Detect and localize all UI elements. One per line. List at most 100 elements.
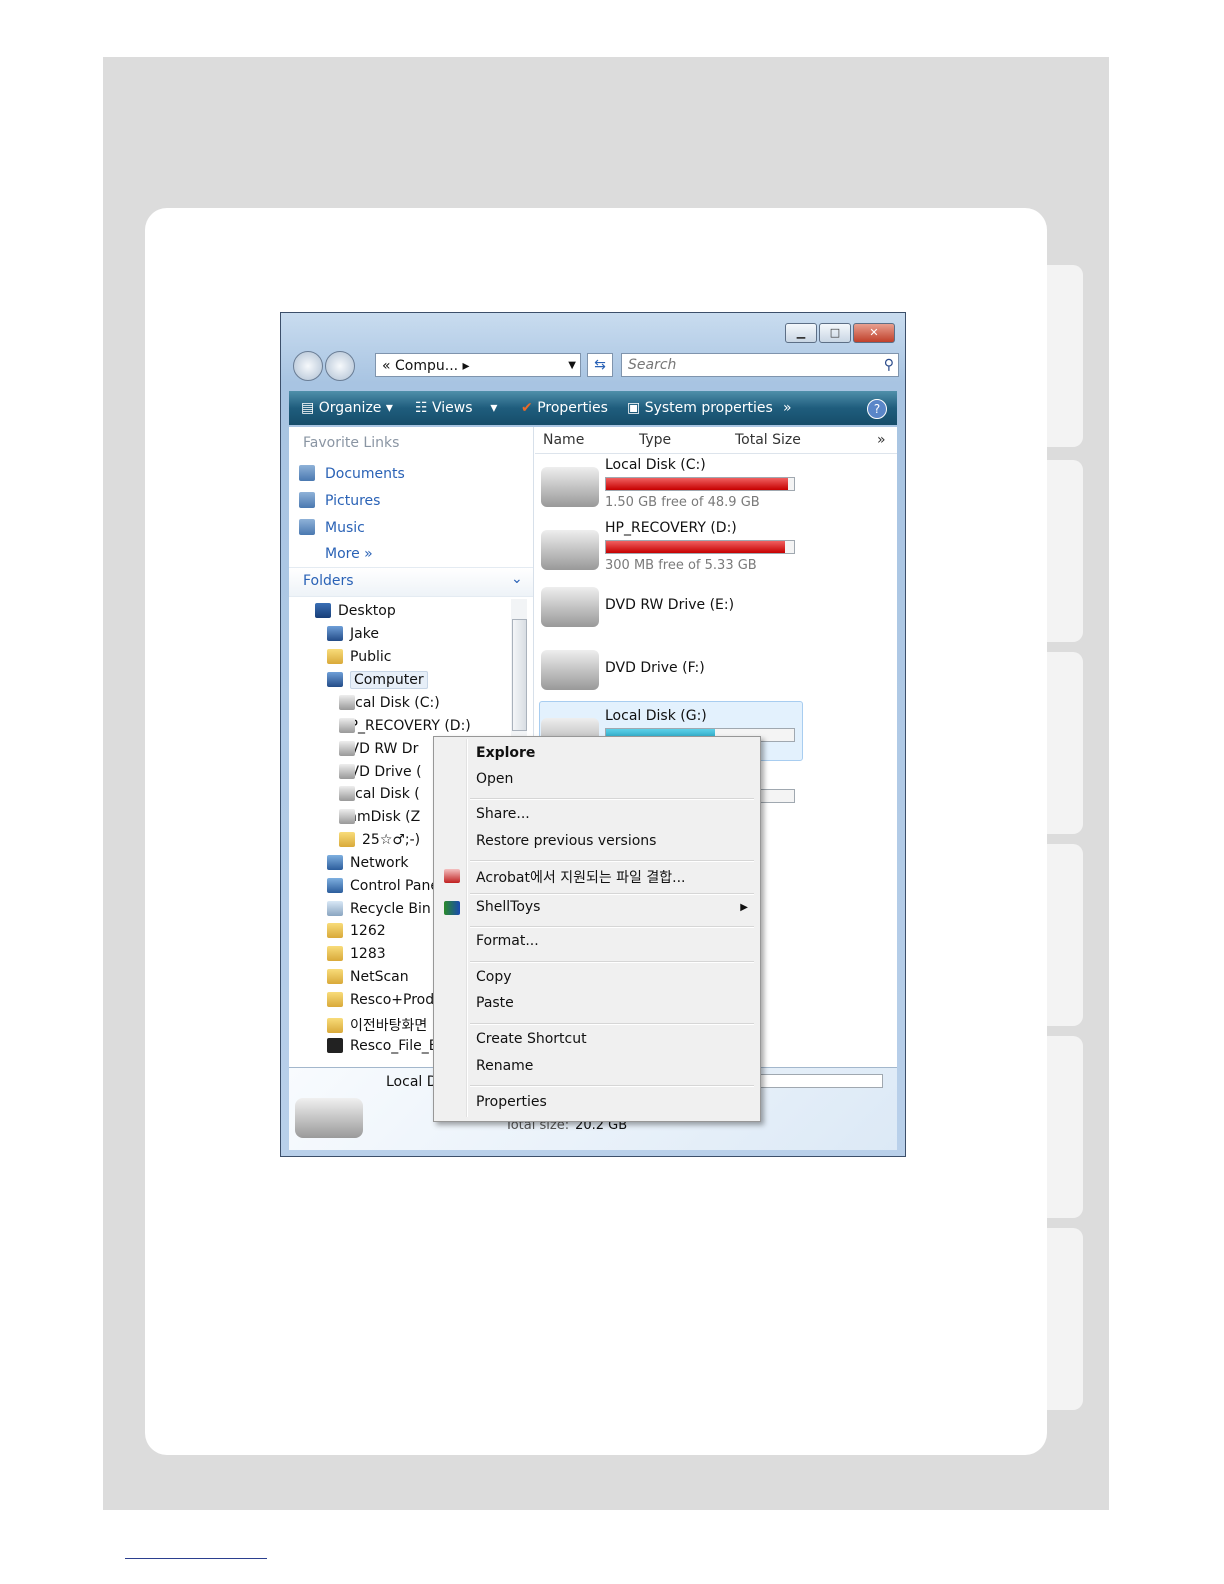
- menu-item-restore-previous-versions[interactable]: Restore previous versions: [476, 833, 656, 849]
- submenu-arrow-icon: ▶: [740, 902, 748, 913]
- favorite-music[interactable]: Music: [299, 519, 365, 536]
- tree-computer[interactable]: Computer: [327, 671, 428, 689]
- tree-jake[interactable]: Jake: [327, 626, 379, 642]
- music-icon: [299, 519, 315, 535]
- menu-item-open[interactable]: Open: [476, 771, 513, 787]
- chevron-down-icon[interactable]: ⌄: [511, 571, 523, 587]
- scrollbar-thumb[interactable]: [512, 619, 527, 731]
- tree-resco-produ[interactable]: Resco+Produ: [327, 992, 443, 1008]
- toolbar-overflow-button[interactable]: »: [783, 391, 792, 425]
- command-bar: ▤ Organize ▾ ☷ Views ▾ ✔ Properties ▣ Sy…: [289, 391, 897, 425]
- column-name[interactable]: Name: [543, 432, 584, 448]
- checkmark-icon: ✔: [521, 400, 533, 416]
- menu-item-explore[interactable]: Explore: [476, 745, 535, 761]
- organize-button[interactable]: ▤ Organize ▾: [301, 391, 393, 425]
- usage-fill: [606, 541, 785, 553]
- back-button[interactable]: [293, 351, 323, 381]
- column-total-size[interactable]: Total Size: [735, 432, 801, 448]
- folder-icon: [327, 946, 343, 961]
- system-properties-button[interactable]: ▣ System properties: [627, 391, 773, 425]
- tree-local-disk-c[interactable]: Local Disk (C:): [339, 695, 440, 711]
- chevron-down-icon[interactable]: ▼: [568, 354, 576, 378]
- menu-item-rename[interactable]: Rename: [476, 1058, 533, 1074]
- search-icon[interactable]: ⚲: [884, 354, 894, 376]
- dvd-icon: [339, 764, 355, 779]
- minimize-button[interactable]: ▁: [785, 323, 817, 343]
- drive-item[interactable]: Local Disk (C:) 1.50 GB free of 48.9 GB: [535, 455, 897, 515]
- menu-separator: [470, 1023, 754, 1025]
- tree-control-panel[interactable]: Control Pane: [327, 878, 439, 894]
- menu-item-share[interactable]: Share...: [476, 806, 530, 822]
- menu-separator: [470, 1085, 754, 1087]
- column-type[interactable]: Type: [639, 432, 671, 448]
- menu-separator: [470, 961, 754, 963]
- windows-drive-icon: [541, 467, 599, 507]
- search-input[interactable]: Search ⚲: [621, 353, 899, 377]
- column-overflow[interactable]: »: [877, 432, 886, 448]
- monitor-icon: ▣: [627, 400, 641, 416]
- menu-item-create-shortcut[interactable]: Create Shortcut: [476, 1031, 587, 1047]
- tree-ramdisk[interactable]: RamDisk (Z: [339, 809, 420, 825]
- tree-recycle-bin[interactable]: Recycle Bin: [327, 901, 431, 917]
- column-header: Name Type Total Size »: [535, 427, 897, 454]
- tree-netscan[interactable]: NetScan: [327, 969, 409, 985]
- folder-icon: [327, 1018, 343, 1033]
- pictures-icon: [299, 492, 315, 508]
- forward-button[interactable]: [325, 351, 355, 381]
- tree-special-folder[interactable]: 25☆♂;-): [339, 832, 420, 848]
- views-button[interactable]: ☷ Views ▾: [415, 391, 497, 425]
- tree-old-desktop[interactable]: 이전바탕화면: [327, 1015, 427, 1035]
- address-bar[interactable]: « Compu... ▸ ▼: [375, 353, 581, 377]
- menu-separator: [470, 926, 754, 928]
- maximize-button[interactable]: □: [819, 323, 851, 343]
- tree-hp-recovery[interactable]: HP_RECOVERY (D:): [339, 718, 471, 734]
- close-button[interactable]: ✕: [853, 323, 895, 343]
- usage-fill: [606, 478, 789, 490]
- menu-item-acrobat-combine[interactable]: Acrobat에서 지원되는 파일 결합...: [476, 867, 686, 887]
- computer-icon: [327, 672, 343, 687]
- recycle-bin-icon: [327, 901, 343, 916]
- properties-button[interactable]: ✔ Properties: [521, 391, 608, 425]
- folder-icon: [339, 832, 355, 847]
- footer-line: [125, 1558, 267, 1559]
- dvd-icon: [339, 741, 355, 756]
- menu-separator: [470, 893, 754, 895]
- favorite-more[interactable]: More »: [325, 546, 373, 562]
- tree-resco-file-ex[interactable]: Resco_File_Ex: [327, 1038, 446, 1054]
- documents-icon: [299, 465, 315, 481]
- search-placeholder: Search: [628, 357, 677, 373]
- tree-public[interactable]: Public: [327, 649, 391, 665]
- menu-item-copy[interactable]: Copy: [476, 969, 512, 985]
- folder-icon: [327, 649, 343, 664]
- tree-network[interactable]: Network: [327, 855, 408, 871]
- tree-dvd-rw-drive[interactable]: DVD RW Dr: [339, 741, 418, 757]
- drive-item[interactable]: DVD Drive (F:): [535, 638, 897, 698]
- control-panel-icon: [327, 878, 343, 893]
- menu-item-paste[interactable]: Paste: [476, 995, 514, 1011]
- acrobat-icon: [444, 869, 460, 883]
- favorite-pictures[interactable]: Pictures: [299, 492, 380, 509]
- caption-buttons: ▁ □ ✕: [785, 323, 895, 343]
- folder-icon: [327, 969, 343, 984]
- drive-icon: [541, 530, 599, 570]
- tree-folder-1262[interactable]: 1262: [327, 923, 386, 939]
- tree-local-disk[interactable]: Local Disk (: [339, 786, 420, 802]
- folders-header[interactable]: Folders ⌄: [289, 567, 533, 597]
- tree-dvd-drive[interactable]: DVD Drive (: [339, 764, 422, 780]
- folder-icon: [327, 923, 343, 938]
- drive-item[interactable]: DVD RW Drive (E:): [535, 575, 897, 635]
- favorite-documents[interactable]: Documents: [299, 465, 405, 482]
- network-icon: [327, 855, 343, 870]
- help-icon[interactable]: ?: [867, 399, 887, 419]
- shelltoys-icon: [444, 901, 460, 915]
- menu-item-format[interactable]: Format...: [476, 933, 539, 949]
- menu-separator: [470, 798, 754, 800]
- menu-item-properties[interactable]: Properties: [476, 1094, 547, 1110]
- tree-folder-1283[interactable]: 1283: [327, 946, 386, 962]
- drive-item[interactable]: HP_RECOVERY (D:) 300 MB free of 5.33 GB: [535, 518, 897, 578]
- tree-desktop[interactable]: Desktop: [315, 603, 396, 619]
- refresh-button[interactable]: ⇆: [587, 353, 613, 377]
- zip-icon: [327, 1038, 343, 1053]
- menu-item-shelltoys[interactable]: ShellToys: [476, 899, 540, 915]
- usage-bar: [605, 540, 795, 554]
